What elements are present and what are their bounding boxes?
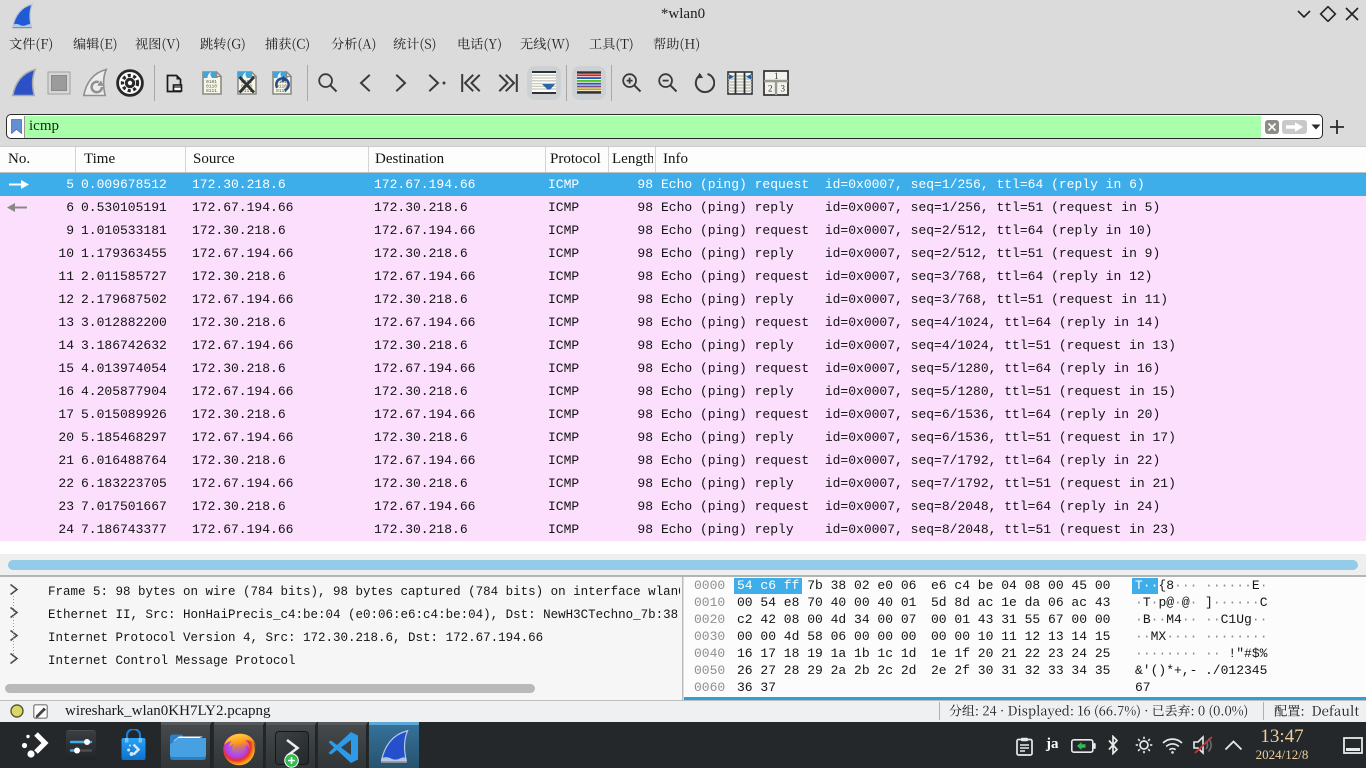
svg-text:2: 2 — [768, 84, 773, 94]
svg-text:1: 1 — [774, 71, 779, 81]
svg-text:0111: 0111 — [206, 88, 217, 94]
svg-text:3: 3 — [781, 84, 786, 94]
